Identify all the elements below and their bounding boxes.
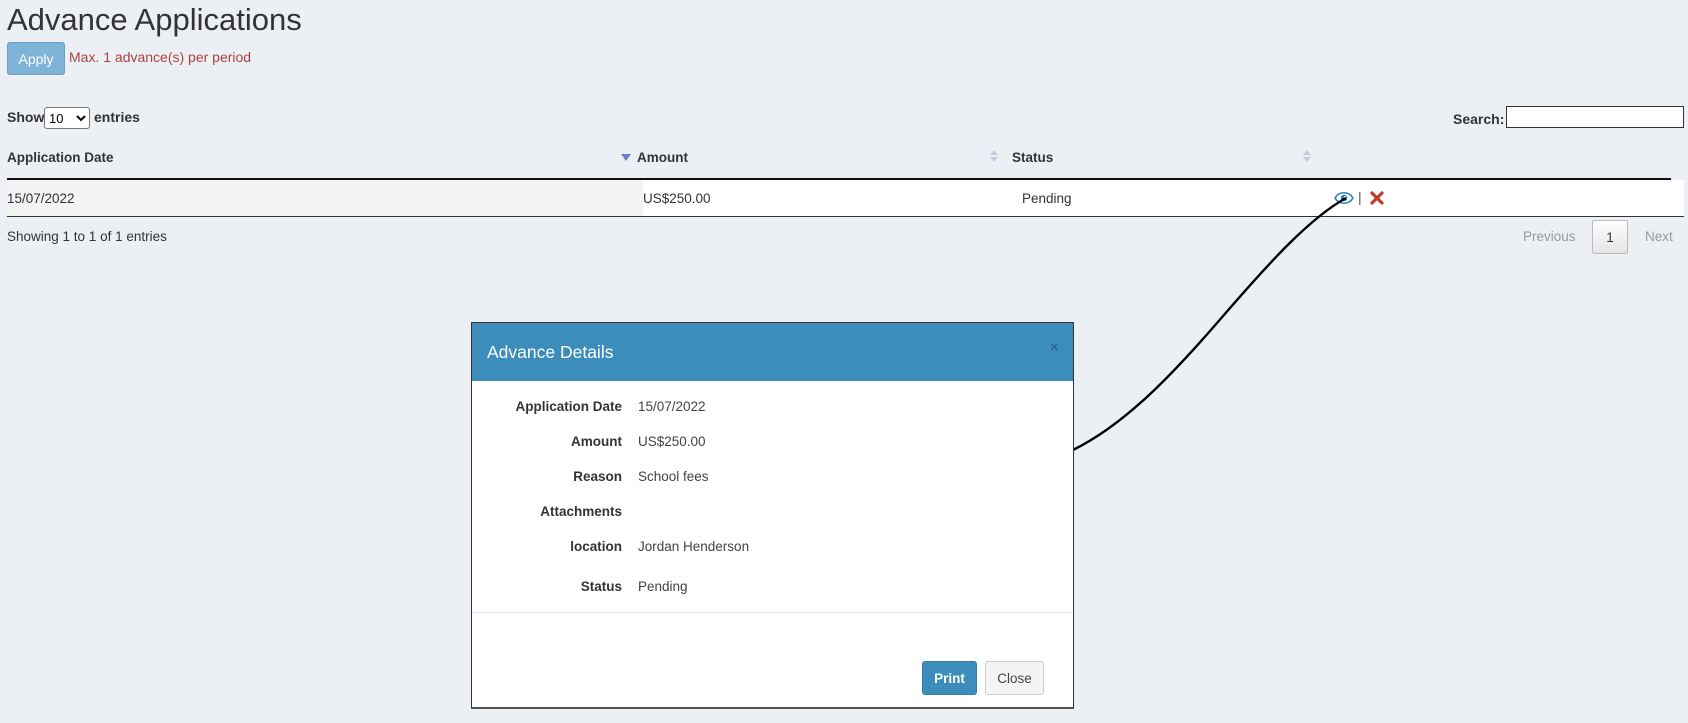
cell-application-date: 15/07/2022 — [7, 191, 75, 206]
eye-icon[interactable] — [1334, 190, 1354, 206]
detail-row-reason: Reason School fees — [472, 469, 1072, 489]
detail-value: 15/07/2022 — [638, 399, 706, 414]
detail-label: Application Date — [515, 399, 622, 414]
pagination-page-1[interactable]: 1 — [1592, 220, 1628, 254]
detail-label: Amount — [571, 434, 622, 449]
table-info: Showing 1 to 1 of 1 entries — [7, 229, 167, 244]
print-button[interactable]: Print — [922, 661, 977, 695]
detail-label: Reason — [573, 469, 622, 484]
delete-icon[interactable] — [1369, 190, 1385, 206]
modal-close-icon[interactable]: × — [1050, 340, 1059, 356]
page-title: Advance Applications — [7, 2, 302, 37]
detail-label: Status — [580, 579, 622, 594]
detail-row-status: Status Pending — [472, 579, 1072, 599]
search-label: Search: — [1453, 111, 1505, 127]
detail-row-application-date: Application Date 15/07/2022 — [472, 399, 1072, 419]
cell-status: Pending — [1022, 191, 1072, 206]
detail-row-amount: Amount US$250.00 — [472, 434, 1072, 454]
column-header-status[interactable]: Status — [1012, 150, 1053, 165]
show-label: Show — [7, 109, 45, 125]
sorted-cell-background — [7, 180, 643, 216]
modal-footer — [472, 612, 1072, 709]
detail-value: Pending — [638, 579, 688, 594]
detail-row-location: location Jordan Henderson — [472, 539, 1072, 559]
entries-length-select[interactable]: 10 — [44, 107, 90, 129]
modal-header: Advance Details × — [472, 323, 1073, 381]
sort-both-icon[interactable] — [990, 148, 998, 164]
advance-details-modal: Advance Details × Application Date 15/07… — [471, 322, 1074, 709]
pagination-next[interactable]: Next — [1645, 229, 1673, 244]
action-separator: | — [1358, 189, 1362, 205]
sort-both-icon[interactable] — [1303, 148, 1311, 164]
cell-amount: US$250.00 — [643, 191, 711, 206]
detail-value: US$250.00 — [638, 434, 706, 449]
close-button[interactable]: Close — [985, 661, 1044, 695]
table-header: Application Date Amount Status — [7, 145, 1671, 180]
detail-value: Jordan Henderson — [638, 539, 750, 554]
advance-limit-note: Max. 1 advance(s) per period — [69, 49, 252, 65]
modal-title: Advance Details — [487, 342, 614, 362]
table-row: 15/07/2022 US$250.00 Pending | — [7, 180, 1684, 217]
column-header-application-date[interactable]: Application Date — [7, 150, 114, 165]
detail-value: School fees — [638, 469, 709, 484]
detail-row-attachments: Attachments — [472, 504, 1072, 524]
sort-desc-icon[interactable] — [621, 154, 631, 161]
entries-label: entries — [94, 109, 140, 125]
column-header-amount[interactable]: Amount — [637, 150, 688, 165]
applications-table: Application Date Amount Status 15/07/202… — [7, 145, 1684, 217]
search-input[interactable] — [1506, 106, 1684, 128]
detail-label: location — [570, 539, 622, 554]
apply-button[interactable]: Apply — [7, 42, 65, 75]
detail-label: Attachments — [540, 504, 622, 519]
pagination-previous[interactable]: Previous — [1523, 229, 1576, 244]
